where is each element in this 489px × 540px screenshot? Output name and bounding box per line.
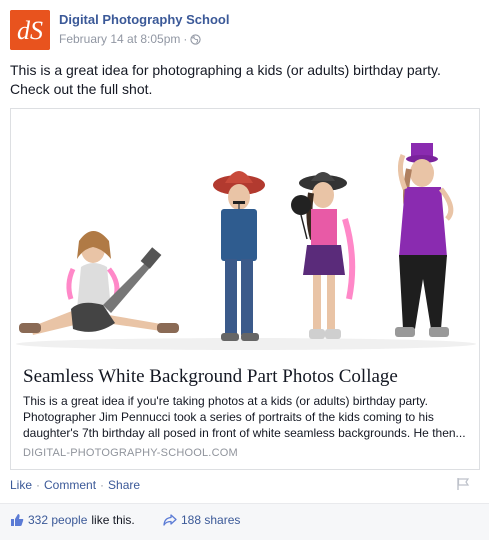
meta-separator: · — [183, 32, 188, 46]
description-line: Photographer Jim Pennucci took a series … — [23, 410, 434, 424]
kids-party-photo — [11, 109, 479, 357]
engagement-bar: 332 people like this. 188 shares — [0, 503, 489, 540]
comment-link[interactable]: Comment — [44, 478, 96, 492]
flag-icon[interactable] — [456, 477, 470, 491]
post-timestamp[interactable]: February 14 at 8:05pm — [59, 32, 180, 46]
link-title[interactable]: Seamless White Background Part Photos Co… — [23, 366, 469, 388]
likes-summary: 332 people like this. — [10, 513, 135, 527]
post-actions: Like · Comment · Share — [10, 478, 140, 492]
action-separator: · — [100, 478, 105, 492]
post-message: This is a great idea for photographing a… — [10, 62, 441, 97]
like-link[interactable]: Like — [10, 478, 32, 492]
like-thumb-icon — [11, 514, 24, 526]
likes-suffix: like this. — [91, 513, 135, 527]
page-avatar[interactable]: dS — [10, 10, 50, 50]
page-name-link[interactable]: Digital Photography School — [59, 12, 229, 27]
link-description: This is a great idea if you're taking ph… — [23, 393, 471, 441]
share-link[interactable]: Share — [108, 478, 140, 492]
shares-count-link[interactable]: 188 shares — [181, 513, 240, 527]
facebook-post: dS Digital Photography School February 1… — [0, 0, 489, 540]
share-arrow-icon — [163, 514, 177, 526]
post-meta: February 14 at 8:05pm · — [59, 32, 202, 46]
action-separator: · — [36, 478, 41, 492]
globe-icon[interactable] — [190, 33, 202, 45]
svg-text:dS: dS — [17, 16, 43, 45]
likes-count-link[interactable]: 332 people — [28, 513, 87, 527]
description-line: daughter's 7th birthday all posed in fro… — [23, 426, 466, 440]
description-line: This is a great idea if you're taking ph… — [23, 394, 428, 408]
dps-logo-icon: dS — [10, 10, 50, 50]
link-share-card[interactable]: Seamless White Background Part Photos Co… — [10, 108, 480, 470]
link-domain: DIGITAL-PHOTOGRAPHY-SCHOOL.COM — [23, 447, 238, 459]
post-header: dS Digital Photography School February 1… — [10, 10, 480, 50]
shares-summary[interactable]: 188 shares — [163, 513, 240, 527]
link-preview-image[interactable] — [11, 109, 479, 357]
